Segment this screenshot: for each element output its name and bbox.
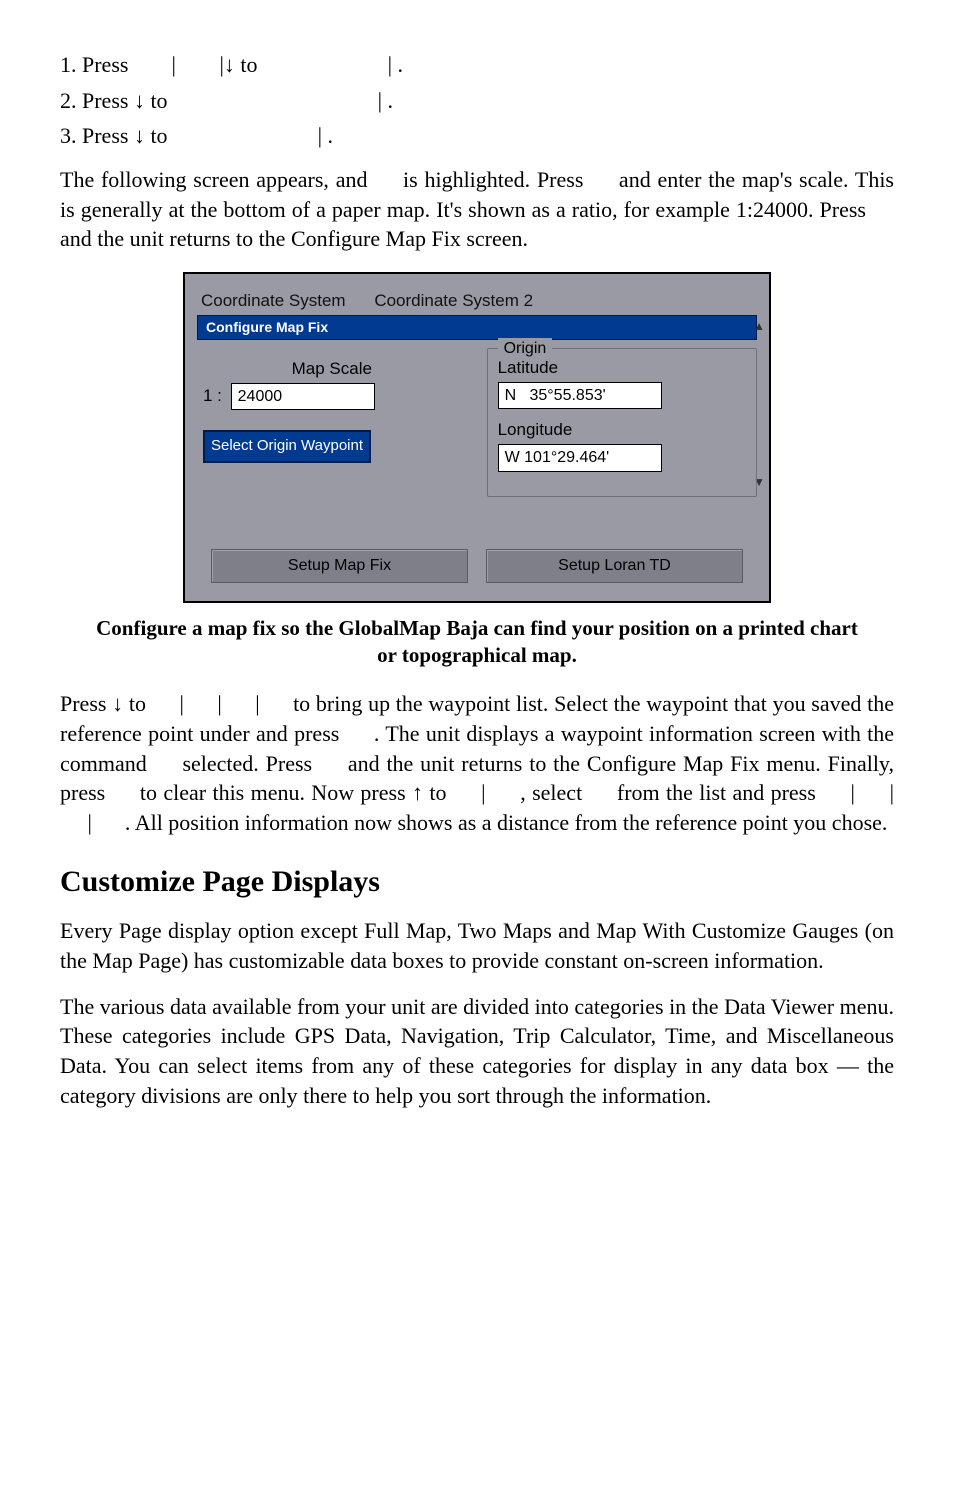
longitude-input[interactable]: W 101°29.464' (498, 444, 662, 472)
paragraph-4: The various data available from your uni… (60, 992, 894, 1111)
origin-group-label: Origin (498, 338, 553, 360)
left-column: Map Scale 1 : 24000 Select Origin Waypoi… (197, 348, 467, 497)
configure-map-fix-dialog: ▲ ▼ Coordinate System Coordinate System … (183, 272, 771, 602)
step-2: 2. Press ↓ to | . (60, 86, 894, 116)
figure-caption: Configure a map fix so the GlobalMap Baj… (84, 615, 870, 670)
map-scale-label: Map Scale (203, 358, 461, 381)
paragraph-2: Press ↓ to | | | to bring up the waypoin… (60, 689, 894, 837)
latitude-input[interactable]: N 35°55.853' (498, 382, 662, 410)
setup-map-fix-button[interactable]: Setup Map Fix (211, 549, 468, 583)
bottom-buttons: Setup Map Fix Setup Loran TD (197, 549, 757, 587)
step1-c: |↓ to (219, 52, 263, 77)
tab-coord-sys[interactable]: Coordinate System (201, 290, 346, 313)
panel-row: Map Scale 1 : 24000 Select Origin Waypoi… (197, 348, 757, 497)
tab-row: Coordinate System Coordinate System 2 (201, 290, 757, 313)
step3-a: 3. Press ↓ to (60, 123, 173, 148)
scale-prefix: 1 : (203, 385, 222, 408)
scale-row: 1 : 24000 (203, 383, 461, 411)
section-heading-customize-page-displays: Customize Page Displays (60, 862, 894, 903)
longitude-label: Longitude (498, 419, 746, 442)
latitude-label: Latitude (498, 357, 746, 380)
step-1: 1. Press | |↓ to | . (60, 50, 894, 80)
tab-strip-configure-map-fix[interactable]: Configure Map Fix (197, 315, 757, 340)
paragraph-1: The following screen appears, and is hig… (60, 165, 894, 254)
step2-a: 2. Press ↓ to (60, 88, 173, 113)
setup-loran-td-button[interactable]: Setup Loran TD (486, 549, 743, 583)
step1-b: | (134, 50, 214, 80)
step3-b: | . (173, 121, 333, 151)
tab-coord-sys-2[interactable]: Coordinate System 2 (374, 290, 533, 313)
step1-a: 1. Press (60, 52, 134, 77)
scroll-up-icon[interactable]: ▲ (753, 318, 765, 334)
map-scale-input[interactable]: 24000 (231, 383, 375, 411)
step2-b: | . (173, 86, 393, 116)
select-origin-waypoint-button[interactable]: Select Origin Waypoint (203, 430, 371, 462)
origin-group: Origin Latitude N 35°55.853' Longitude W… (487, 348, 757, 497)
figure-wrap: ▲ ▼ Coordinate System Coordinate System … (60, 272, 894, 602)
step-3: 3. Press ↓ to | . (60, 121, 894, 151)
paragraph-3: Every Page display option except Full Ma… (60, 916, 894, 975)
step1-d: | . (263, 50, 403, 80)
